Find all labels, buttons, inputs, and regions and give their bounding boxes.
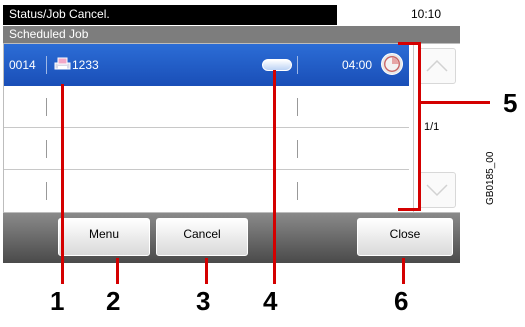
column-divider <box>46 140 47 158</box>
callout-number-1: 1 <box>50 286 65 316</box>
detail-button[interactable] <box>262 59 292 71</box>
job-name: 1233 <box>72 58 99 72</box>
column-divider <box>297 182 298 200</box>
scroll-down-button[interactable] <box>418 172 456 208</box>
menu-button[interactable]: Menu <box>58 218 150 256</box>
job-number: 0014 <box>9 58 36 72</box>
chevron-up-icon <box>426 59 448 72</box>
close-button[interactable]: Close <box>357 218 453 256</box>
bottom-bar: Menu Cancel Close <box>3 213 460 263</box>
clock-icon <box>381 53 403 75</box>
column-divider <box>46 56 47 74</box>
callout-number-6: 6 <box>394 286 409 316</box>
page-indicator: 1/1 <box>424 121 440 133</box>
column-divider <box>46 98 47 116</box>
screen-title: Status/Job Cancel. <box>9 7 110 21</box>
printer-icon <box>54 57 71 70</box>
callout-number-5: 5 <box>503 88 518 118</box>
column-divider <box>46 182 47 200</box>
title-background: Status/Job Cancel. <box>3 5 337 25</box>
callout-line-3 <box>205 258 208 284</box>
list-header: Scheduled Job <box>3 26 460 43</box>
chevron-down-icon <box>426 184 448 197</box>
column-divider <box>297 56 298 74</box>
callout-bracket-side <box>418 42 421 211</box>
job-row-selected[interactable]: 0014 1233 04:00 <box>4 44 409 86</box>
job-row-empty[interactable] <box>4 128 409 170</box>
callout-number-4: 4 <box>263 286 278 316</box>
cancel-button[interactable]: Cancel <box>156 218 248 256</box>
clock: 10:10 <box>411 7 442 21</box>
scheduled-time: 04:00 <box>342 58 373 72</box>
callout-number-2: 2 <box>106 286 121 316</box>
column-divider <box>297 140 298 158</box>
callout-number-3: 3 <box>196 286 211 316</box>
title-bar: Status/Job Cancel. 10:10 <box>3 5 460 25</box>
callout-line-5 <box>420 101 490 104</box>
list-title: Scheduled Job <box>9 27 89 41</box>
scroll-up-button[interactable] <box>418 48 456 84</box>
column-divider <box>297 98 298 116</box>
callout-line-2 <box>116 258 119 284</box>
figure-code: GB0185_00 <box>485 151 496 205</box>
callout-line-1 <box>61 84 64 284</box>
callout-line-4 <box>273 70 276 284</box>
job-list: 0014 1233 04:00 1/1 <box>3 43 460 213</box>
callout-line-6 <box>402 258 405 284</box>
callout-bracket-top <box>398 42 420 45</box>
job-row-empty[interactable] <box>4 170 409 212</box>
callout-bracket-bottom <box>398 208 420 211</box>
job-row-empty[interactable] <box>4 86 409 128</box>
